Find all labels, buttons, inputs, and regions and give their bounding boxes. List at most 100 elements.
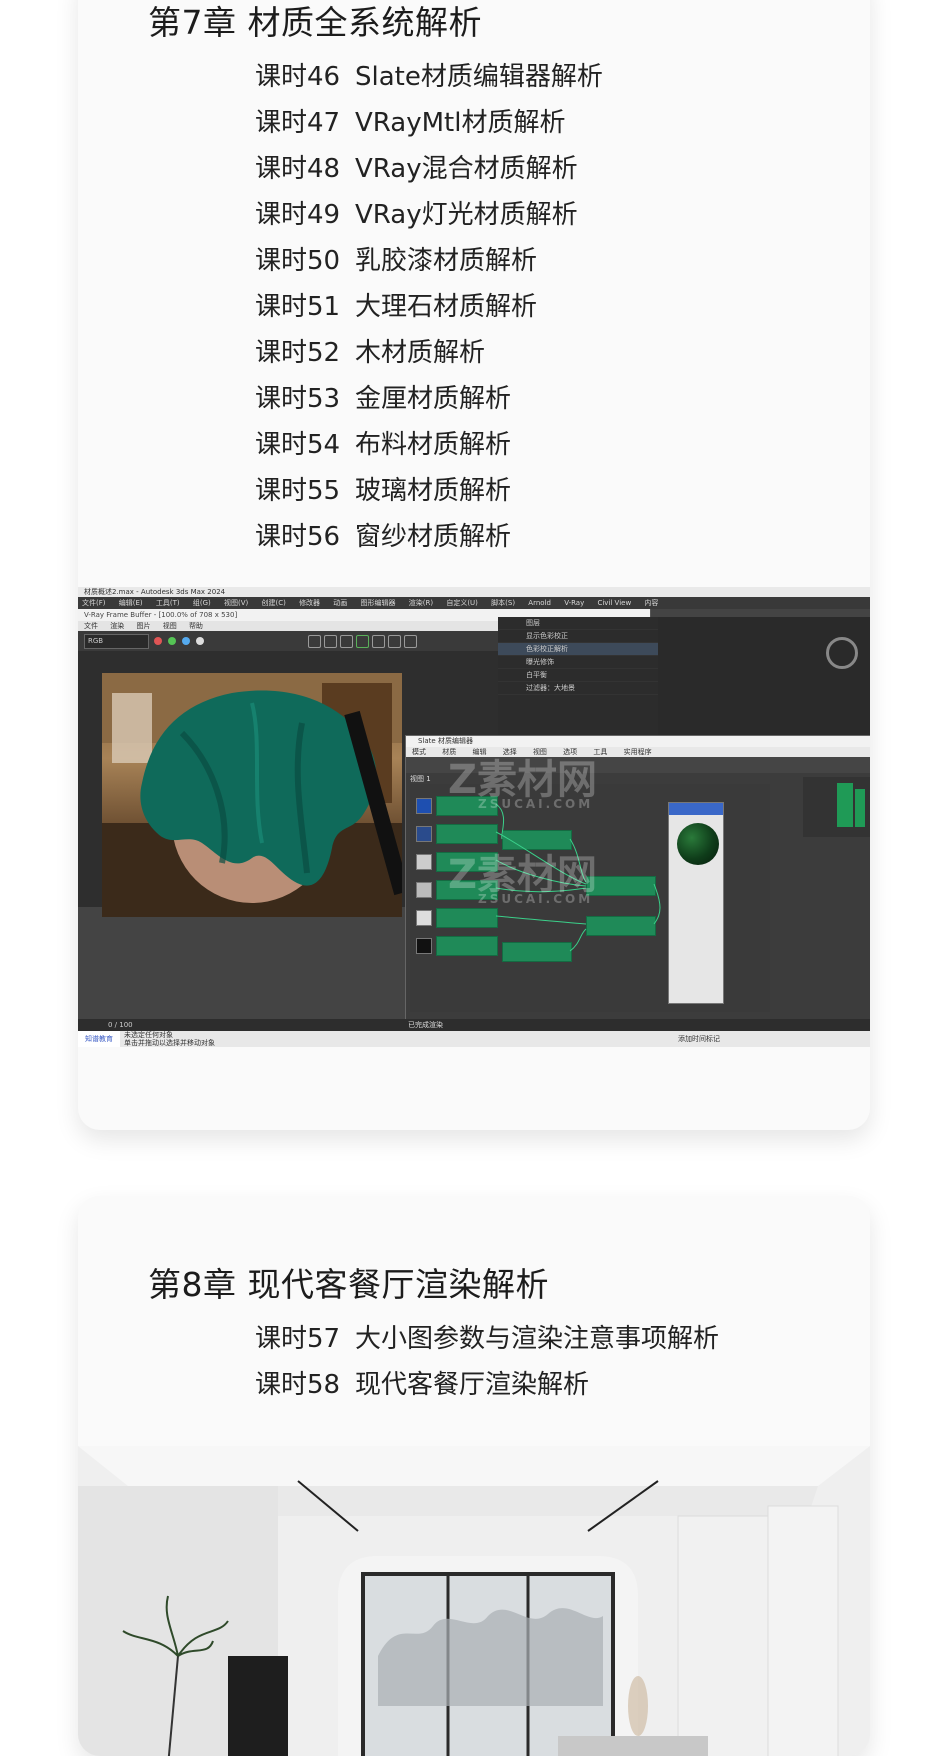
layer-item[interactable]: 曝光修饰 [498, 656, 658, 669]
max-menu-item[interactable]: 自定义(U) [446, 599, 478, 607]
lesson-name: 窗纱材质解析 [355, 522, 512, 552]
max-menu-item[interactable]: 渲染(R) [409, 599, 433, 607]
interior-render-image [78, 1446, 870, 1756]
render-icon[interactable] [372, 635, 385, 648]
alpha-channel-icon[interactable] [196, 637, 204, 645]
layer-item-selected[interactable]: 色彩校正解析 [498, 643, 658, 656]
modern-dining-room-render [78, 1446, 870, 1756]
lesson-item[interactable]: 课时46 Slate材质编辑器解析 [255, 54, 603, 100]
render-preview [102, 673, 402, 917]
slate-menu-item[interactable]: 实用程序 [624, 748, 652, 756]
lesson-name: 木材质解析 [355, 338, 486, 368]
render-status: 已完成渲染 [408, 1021, 443, 1029]
vray-blend-node[interactable] [586, 916, 656, 936]
layer-item[interactable]: 白平衡 [498, 669, 658, 682]
slate-title: Slate 材质编辑器 [406, 736, 870, 747]
color-correction-graph [803, 777, 870, 837]
lesson-number: 课时48 [255, 154, 341, 184]
max-menubar: 文件(F) 编辑(E) 工具(T) 组(G) 视图(V) 创建(C) 修改器 动… [78, 597, 870, 609]
lesson-name: VRay灯光材质解析 [355, 200, 578, 230]
red-channel-icon[interactable] [154, 637, 162, 645]
material-preview [668, 802, 724, 1004]
lesson-name: 大小图参数与渲染注意事项解析 [355, 1324, 720, 1354]
blue-channel-icon[interactable] [182, 637, 190, 645]
max-menu-item[interactable]: Arnold [528, 599, 551, 607]
max-menu-item[interactable]: Civil View [597, 599, 631, 607]
lesson-item[interactable]: 课时58 现代客餐厅渲染解析 [255, 1362, 719, 1408]
bitmap-swatch [416, 826, 432, 842]
timeline[interactable]: 0 / 100 已完成渲染 [78, 1019, 870, 1031]
lesson-number: 课时52 [255, 338, 341, 368]
stop-icon[interactable] [388, 635, 401, 648]
max-menu-item[interactable]: 工具(T) [156, 599, 180, 607]
max-menu-item[interactable]: V-Ray [564, 599, 584, 607]
timeline-frame: 0 / 100 [108, 1021, 133, 1029]
lesson-item[interactable]: 课时47 VRayMtl材质解析 [255, 100, 603, 146]
max-menu-item[interactable]: 组(G) [193, 599, 211, 607]
save-image-icon[interactable] [308, 635, 321, 648]
lesson-name: 布料材质解析 [355, 430, 512, 460]
bitmap-node[interactable] [436, 824, 498, 844]
lesson-item[interactable]: 课时55 玻璃材质解析 [255, 468, 603, 514]
max-menu-item[interactable]: 修改器 [299, 599, 320, 607]
copy-image-icon[interactable] [324, 635, 337, 648]
chapter-7-lesson-list: 课时46 Slate材质编辑器解析 课时47 VRayMtl材质解析 课时48 VRa… [255, 54, 603, 560]
lesson-number: 课时49 [255, 200, 341, 230]
green-channel-icon[interactable] [168, 637, 176, 645]
vfb-menu-item[interactable]: 渲染 [110, 622, 124, 630]
lesson-item[interactable]: 课时56 窗纱材质解析 [255, 514, 603, 560]
lesson-number: 课时51 [255, 292, 341, 322]
lesson-item[interactable]: 课时53 金厘材质解析 [255, 376, 603, 422]
color-correction-node[interactable] [502, 942, 572, 962]
3dsmax-screenshot: 材质概述2.max - Autodesk 3ds Max 2024 文件(F) … [78, 587, 870, 1047]
layer-item[interactable]: 过滤器：大地景 [498, 682, 658, 695]
max-menu-item[interactable]: 视图(V) [224, 599, 248, 607]
lesson-item[interactable]: 课时50 乳胶漆材质解析 [255, 238, 603, 284]
lesson-name: 金厘材质解析 [355, 384, 512, 414]
history-icon[interactable] [404, 635, 417, 648]
max-menu-item[interactable]: 创建(C) [261, 599, 285, 607]
lesson-item[interactable]: 课时51 大理石材质解析 [255, 284, 603, 330]
region-render-icon[interactable] [356, 635, 369, 648]
lesson-item[interactable]: 课时57 大小图参数与渲染注意事项解析 [255, 1316, 719, 1362]
lesson-item[interactable]: 课时54 布料材质解析 [255, 422, 603, 468]
viewcube-icon[interactable] [826, 637, 858, 669]
max-menu-item[interactable]: 动画 [333, 599, 347, 607]
material-ball [677, 823, 719, 865]
slate-view-tab[interactable]: 视图 1 [410, 774, 431, 784]
bitmap-swatch [416, 910, 432, 926]
bitmap-swatch [416, 798, 432, 814]
slate-menu-item[interactable]: 模式 [412, 748, 426, 756]
max-menu-item[interactable]: 编辑(E) [119, 599, 143, 607]
bitmap-node[interactable] [436, 908, 498, 928]
vfb-menu-item[interactable]: 图片 [136, 622, 150, 630]
lesson-number: 课时56 [255, 522, 341, 552]
lesson-number: 课时53 [255, 384, 341, 414]
layer-item[interactable]: 图层 [498, 617, 658, 630]
lesson-number: 课时54 [255, 430, 341, 460]
lesson-number: 课时58 [255, 1370, 341, 1400]
layer-item[interactable]: 显示色彩校正 [498, 630, 658, 643]
max-menu-item[interactable]: 文件(F) [82, 599, 106, 607]
lesson-item[interactable]: 课时48 VRay混合材质解析 [255, 146, 603, 192]
bitmap-node[interactable] [436, 936, 498, 956]
bitmap-swatch [416, 938, 432, 954]
max-menu-item[interactable]: 脚本(S) [491, 599, 515, 607]
max-menu-item[interactable]: 图形编辑器 [361, 599, 396, 607]
chapter-7-card: 第7章 材质全系统解析 课时46 Slate材质编辑器解析 课时47 VRayMtl… [78, 0, 870, 1130]
vfb-menu-item[interactable]: 文件 [84, 622, 98, 630]
add-time-tag-button[interactable]: 添加时间标记 [678, 1035, 720, 1043]
channel-select[interactable]: RGB [84, 634, 149, 649]
vfb-menu-item[interactable]: 视图 [163, 622, 177, 630]
lesson-item[interactable]: 课时49 VRay灯光材质解析 [255, 192, 603, 238]
lesson-item[interactable]: 课时52 木材质解析 [255, 330, 603, 376]
max-menu-item[interactable]: 内容 [644, 599, 658, 607]
bitmap-swatch [416, 854, 432, 870]
watermark-url: ZSUCAI.COM [478, 892, 594, 906]
lesson-name: 乳胶漆材质解析 [355, 246, 538, 276]
clear-icon[interactable] [340, 635, 353, 648]
vfb-menu-item[interactable]: 帮助 [189, 622, 203, 630]
cloth-render-image [102, 673, 402, 917]
status-hint: 单击并拖动以选择并移动对象 [124, 1039, 215, 1047]
chapter-8-card: 第8章 现代客餐厅渲染解析 课时57 大小图参数与渲染注意事项解析 课时58 现代客… [78, 1196, 870, 1756]
